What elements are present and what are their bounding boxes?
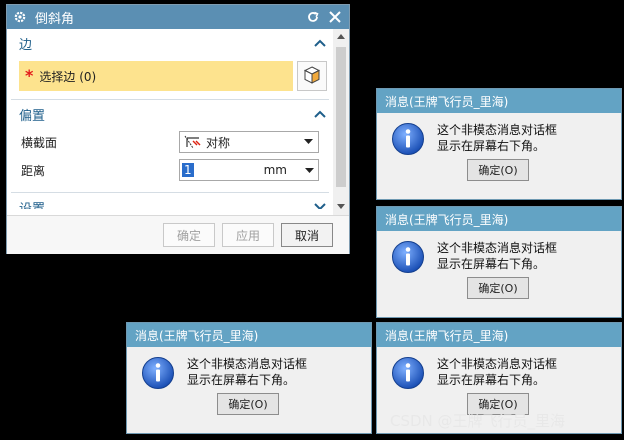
chevron-down-icon	[302, 139, 314, 145]
message-title: 消息(王牌飞行员_里海)	[377, 323, 621, 347]
message-line-1: 这个非模态消息对话框	[437, 123, 558, 137]
info-icon	[391, 122, 425, 156]
reset-icon[interactable]	[305, 9, 321, 25]
message-line-1: 这个非模态消息对话框	[437, 241, 558, 255]
vertical-scrollbar[interactable]	[333, 29, 349, 215]
message-line-1: 这个非模态消息对话框	[437, 357, 558, 371]
dialog-body: 边 * 选择边 (0) 偏置 横截面 对称 距离 1 mm 设置	[7, 29, 333, 209]
gear-icon[interactable]	[13, 10, 27, 24]
symmetric-icon	[184, 135, 202, 149]
message-text: 这个非模态消息对话框 显示在屏幕右下角。	[437, 122, 557, 154]
section-edge-header[interactable]: 边	[7, 29, 333, 57]
message-title: 消息(王牌飞行员_里海)	[127, 323, 371, 347]
message-line-2: 显示在屏幕右下角。	[437, 139, 546, 153]
scroll-up-icon[interactable]	[333, 29, 349, 43]
section-edge-label: 边	[19, 37, 33, 53]
close-icon[interactable]	[327, 9, 343, 25]
message-line-1: 这个非模态消息对话框	[187, 357, 308, 371]
required-star-icon: *	[25, 66, 34, 85]
section-offset-label: 偏置	[19, 108, 46, 124]
distance-unit: mm	[263, 163, 287, 177]
dialog-footer: 确定 应用 取消	[7, 215, 349, 254]
apply-button[interactable]: 应用	[222, 223, 274, 247]
message-line-2: 显示在屏幕右下角。	[187, 373, 296, 387]
info-icon	[391, 240, 425, 274]
info-icon	[141, 356, 175, 390]
select-edge-field[interactable]: * 选择边 (0)	[19, 61, 293, 91]
message-text: 这个非模态消息对话框 显示在屏幕右下角。	[437, 356, 557, 388]
chevron-down-icon[interactable]	[305, 163, 314, 177]
dialog-title: 倒斜角	[35, 11, 75, 27]
message-line-2: 显示在屏幕右下角。	[437, 257, 546, 271]
scrollbar-thumb[interactable]	[336, 47, 346, 187]
section-offset-header[interactable]: 偏置	[7, 100, 333, 128]
chevron-up-icon[interactable]	[313, 36, 327, 50]
section-settings-label: 设置	[19, 201, 46, 210]
message-dialog: 消息(王牌飞行员_里海) 这个非模态消息对话框 显示在屏幕右下角。 确定(O)	[126, 322, 372, 434]
message-ok-button[interactable]: 确定(O)	[217, 393, 279, 415]
ok-button[interactable]: 确定	[163, 223, 215, 247]
chevron-down-icon[interactable]	[313, 200, 327, 209]
distance-row: 距离 1 mm	[7, 156, 333, 184]
distance-label: 距离	[21, 163, 46, 178]
cross-section-select[interactable]: 对称	[179, 131, 319, 153]
message-title: 消息(王牌飞行员_里海)	[377, 207, 621, 231]
message-line-2: 显示在屏幕右下角。	[437, 373, 546, 387]
chamfer-dialog: 倒斜角 边 * 选择边 (0) 偏置 横截面 对称 距离 1 mm 设置 确定 …	[6, 4, 350, 254]
info-icon	[391, 356, 425, 390]
distance-input[interactable]: 1 mm	[179, 159, 319, 181]
message-text: 这个非模态消息对话框 显示在屏幕右下角。	[437, 240, 557, 272]
scroll-down-icon[interactable]	[333, 199, 349, 213]
cube-icon	[302, 65, 322, 88]
cross-section-label: 横截面	[21, 135, 58, 150]
message-text: 这个非模态消息对话框 显示在屏幕右下角。	[187, 356, 307, 388]
select-edge-label: 选择边 (0)	[39, 69, 97, 84]
section-settings-header[interactable]: 设置	[7, 193, 333, 209]
cross-section-value: 对称	[206, 135, 231, 150]
cross-section-row: 横截面 对称	[7, 128, 333, 156]
message-title: 消息(王牌飞行员_里海)	[377, 89, 621, 113]
select-edge-button[interactable]	[297, 61, 327, 91]
distance-value: 1	[182, 163, 194, 177]
select-edge-row: * 选择边 (0)	[19, 61, 327, 91]
cancel-button[interactable]: 取消	[281, 223, 333, 247]
dialog-titlebar: 倒斜角	[7, 5, 349, 29]
message-dialog: 消息(王牌飞行员_里海) 这个非模态消息对话框 显示在屏幕右下角。 确定(O)	[376, 206, 622, 318]
chevron-up-icon[interactable]	[313, 107, 327, 121]
message-ok-button[interactable]: 确定(O)	[467, 277, 529, 299]
message-dialog: 消息(王牌飞行员_里海) 这个非模态消息对话框 显示在屏幕右下角。 确定(O)	[376, 88, 622, 200]
watermark: CSDN @王牌飞行员_里海	[390, 412, 566, 430]
message-ok-button[interactable]: 确定(O)	[467, 159, 529, 181]
